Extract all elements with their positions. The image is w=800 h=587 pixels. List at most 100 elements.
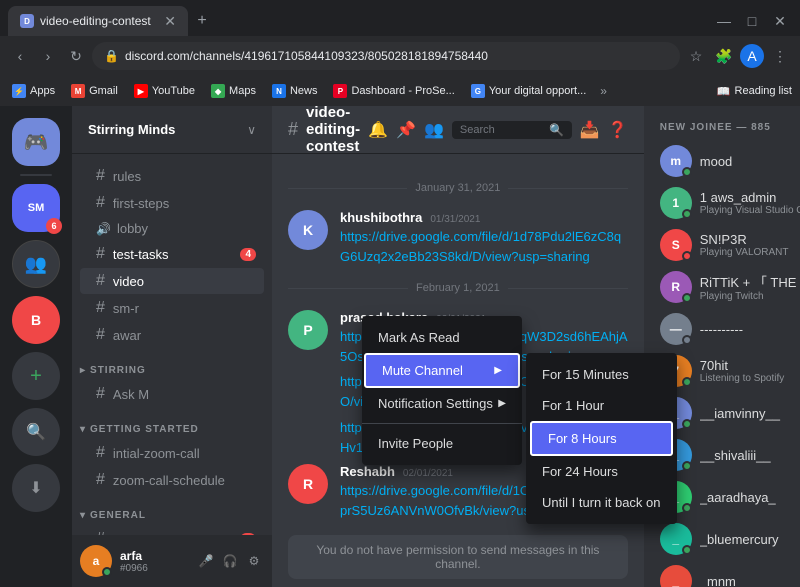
server-2[interactable]: 👥 bbox=[12, 240, 60, 288]
channel-hash-icon: # bbox=[96, 471, 105, 489]
server-stirring-minds[interactable]: SM 6 bbox=[12, 184, 60, 232]
msg-author-1: khushibothra bbox=[340, 210, 422, 225]
channel-announcements[interactable]: # announcements 1 bbox=[80, 526, 264, 535]
category-stirring[interactable]: ▸ STIRRING bbox=[72, 349, 272, 380]
member-bluemercury[interactable]: _ _bluemercury bbox=[652, 519, 800, 559]
server-header[interactable]: Stirring Minds ∨ bbox=[72, 106, 272, 154]
server-3[interactable]: B bbox=[12, 296, 60, 344]
category-general[interactable]: ▾ GENERAL bbox=[72, 494, 272, 525]
mute-microphone-button[interactable]: 🎤 bbox=[196, 551, 216, 571]
minimize-button[interactable]: — bbox=[712, 9, 736, 33]
member-name-rittik: RiTTiK + 「 THE KNiG... bbox=[700, 272, 800, 291]
category-label-gs: GETTING STARTED bbox=[90, 424, 199, 435]
channel-hash-large: # bbox=[288, 119, 298, 140]
channel-name-video: video bbox=[113, 274, 256, 289]
back-button[interactable]: ‹ bbox=[8, 44, 32, 68]
channel-name-zoom-schedule: zoom-call-schedule bbox=[113, 473, 256, 488]
bookmark-google[interactable]: G Your digital opport... bbox=[467, 82, 590, 100]
deafen-button[interactable]: 🎧 bbox=[220, 551, 240, 571]
category-label-gen: GENERAL bbox=[90, 510, 146, 521]
bookmark-youtube[interactable]: ▶ YouTube bbox=[130, 82, 199, 100]
ctx-24hours[interactable]: For 24 Hours bbox=[526, 456, 677, 487]
inbox-icon[interactable]: 📥 bbox=[580, 120, 600, 140]
member-sniper[interactable]: S SN!P3R Playing VALORANT bbox=[652, 225, 800, 265]
menu-icon[interactable]: ⋮ bbox=[768, 44, 792, 68]
server-dropdown-icon: ∨ bbox=[247, 123, 256, 137]
maps-favicon: ◆ bbox=[211, 84, 225, 98]
bookmark-apps[interactable]: ⚡ Apps bbox=[8, 82, 59, 100]
member-avatar-rittik: R bbox=[660, 271, 692, 303]
reading-list[interactable]: 📖 Reading list bbox=[717, 85, 792, 98]
discord-home-button[interactable]: 🎮 bbox=[12, 118, 60, 166]
ctx-mark-read[interactable]: Mark As Read bbox=[362, 322, 522, 353]
bookmark-gmail[interactable]: M Gmail bbox=[67, 82, 122, 100]
ctx-1hour[interactable]: For 1 Hour bbox=[526, 390, 677, 421]
member-avatar-mnm: _ bbox=[660, 565, 692, 587]
ctx-notification-settings[interactable]: Notification Settings ▶ bbox=[362, 388, 522, 419]
member-mood[interactable]: m mood bbox=[652, 141, 800, 181]
channel-intial-zoom[interactable]: # intial-zoom-call bbox=[80, 440, 264, 466]
msg-link-1[interactable]: https://drive.google.com/file/d/1d78Pdu2… bbox=[340, 229, 621, 264]
ctx-separator bbox=[362, 423, 522, 424]
user-controls: 🎤 🎧 ⚙ bbox=[196, 551, 264, 571]
add-server-button[interactable]: + bbox=[12, 352, 60, 400]
member-name-iamvinny: __iamvinny__ bbox=[700, 406, 800, 421]
message-1: K khushibothra 01/31/2021 https://drive.… bbox=[288, 208, 628, 268]
channel-awar[interactable]: # awar bbox=[80, 322, 264, 348]
download-apps[interactable]: ⬇ bbox=[12, 464, 60, 512]
bookmark-news[interactable]: N News bbox=[268, 82, 322, 100]
channel-test-tasks[interactable]: # test-tasks 4 bbox=[80, 241, 264, 267]
member-status-aws bbox=[682, 209, 692, 219]
profile-icon[interactable]: A bbox=[740, 44, 764, 68]
member-status-sniper bbox=[682, 251, 692, 261]
no-permission-text: You do not have permission to send messa… bbox=[316, 543, 599, 571]
channel-hash-icon: # bbox=[96, 194, 105, 212]
ctx-8hours[interactable]: For 8 Hours bbox=[530, 421, 673, 456]
ctx-15min-label: For 15 Minutes bbox=[542, 367, 629, 382]
more-bookmarks[interactable]: » bbox=[600, 84, 607, 98]
member-rittik[interactable]: R RiTTiK + 「 THE KNiG... Playing Twitch bbox=[652, 267, 800, 307]
tab-close-button[interactable]: ✕ bbox=[164, 13, 176, 30]
ctx-invite-people[interactable]: Invite People bbox=[362, 428, 522, 459]
pin-icon[interactable]: 📌 bbox=[396, 120, 416, 140]
channel-name-first-steps: first-steps bbox=[113, 196, 256, 211]
channel-video[interactable]: # video bbox=[80, 268, 264, 294]
msg-text-1: https://drive.google.com/file/d/1d78Pdu2… bbox=[340, 227, 628, 266]
address-bar[interactable]: 🔒 discord.com/channels/41961710584410932… bbox=[92, 42, 680, 70]
forward-button[interactable]: › bbox=[36, 44, 60, 68]
channel-hash-icon: # bbox=[96, 385, 105, 403]
settings-button[interactable]: ⚙ bbox=[244, 551, 264, 571]
member-avatar-sniper: S bbox=[660, 229, 692, 261]
members-icon[interactable]: 👥 bbox=[424, 120, 444, 140]
reload-button[interactable]: ↻ bbox=[64, 44, 88, 68]
channel-hash-icon: # bbox=[96, 444, 105, 462]
bookmark-star-icon[interactable]: ☆ bbox=[684, 44, 708, 68]
channel-ask-m[interactable]: # Ask M bbox=[80, 381, 264, 407]
ctx-until-off[interactable]: Until I turn it back on bbox=[526, 487, 677, 518]
member-status-shivaliii bbox=[682, 461, 692, 471]
channel-lobby[interactable]: 🔊 lobby bbox=[80, 217, 264, 240]
active-tab[interactable]: D video-editing-contest ✕ bbox=[8, 6, 188, 36]
channel-first-steps[interactable]: # first-steps bbox=[80, 190, 264, 216]
channel-zoom-schedule[interactable]: # zoom-call-schedule bbox=[80, 467, 264, 493]
category-arrow-gen: ▾ bbox=[80, 510, 86, 521]
member-dashes[interactable]: — ---------- bbox=[652, 309, 800, 349]
close-button[interactable]: ✕ bbox=[768, 9, 792, 33]
category-getting-started[interactable]: ▾ GETTING STARTED bbox=[72, 408, 272, 439]
ctx-15min[interactable]: For 15 Minutes bbox=[526, 359, 677, 390]
ctx-mute-channel[interactable]: Mute Channel ▶ bbox=[364, 353, 520, 388]
bookmark-maps[interactable]: ◆ Maps bbox=[207, 82, 260, 100]
new-tab-button[interactable]: + bbox=[188, 7, 216, 35]
maximize-button[interactable]: □ bbox=[740, 9, 764, 33]
bookmark-pinterest[interactable]: P Dashboard - ProSe... bbox=[329, 82, 458, 100]
search-box[interactable]: Search 🔍 bbox=[452, 121, 572, 139]
member-mnm[interactable]: _ _mnm_ bbox=[652, 561, 800, 587]
help-icon[interactable]: ❓ bbox=[608, 120, 628, 140]
channel-rules[interactable]: # rules bbox=[80, 163, 264, 189]
extensions-icon[interactable]: 🧩 bbox=[712, 44, 736, 68]
channel-sm-r[interactable]: # sm-r bbox=[80, 295, 264, 321]
member-info-dashes: ---------- bbox=[700, 322, 800, 337]
notification-bell-icon[interactable]: 🔔 bbox=[368, 120, 388, 140]
member-aws-admin[interactable]: 1 1 aws_admin Playing Visual Studio Code bbox=[652, 183, 800, 223]
explore-servers[interactable]: 🔍 bbox=[12, 408, 60, 456]
